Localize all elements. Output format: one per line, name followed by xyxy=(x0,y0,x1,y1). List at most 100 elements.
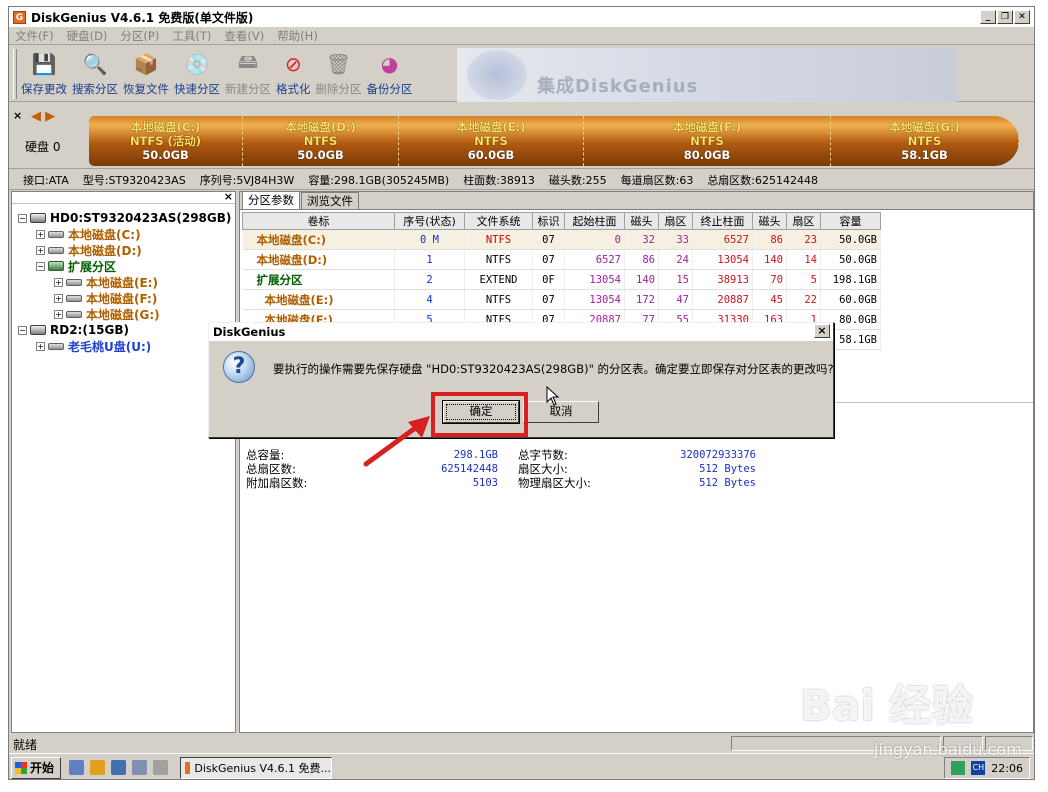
tree-node[interactable]: − HD0:ST9320423AS(298GB) xyxy=(18,210,231,226)
table-row[interactable]: 扩展分区 2 EXTEND 0F 13054 140 15 38913 70 5 198.1GB xyxy=(242,269,881,290)
toolbar-grip[interactable] xyxy=(13,49,17,99)
tree-node[interactable]: + 本地磁盘(D:) xyxy=(18,242,231,258)
collapse-icon[interactable]: − xyxy=(18,213,27,223)
table-cell: 86 xyxy=(752,229,787,250)
column-header[interactable]: 序号(状态) xyxy=(394,212,465,230)
segment-fs: NTFS xyxy=(303,134,338,148)
menu-item-2[interactable]: 分区(P) xyxy=(120,28,159,44)
toolbar-label: 恢复文件 xyxy=(123,82,169,96)
tree-node[interactable]: + 本地磁盘(E:) xyxy=(18,274,231,290)
tree-node-label: 本地磁盘(E:) xyxy=(86,275,158,290)
segment-size: 80.0GB xyxy=(683,148,731,162)
disk-info-bar: 接口:ATA 型号:ST9320423AS 序列号:5VJ84H3W 容量:298.1… xyxy=(9,170,1034,190)
cancel-button[interactable]: 取消 xyxy=(523,401,599,423)
collapse-icon[interactable]: − xyxy=(18,325,27,335)
table-cell: 70 xyxy=(752,269,787,290)
partition-segment-0[interactable]: 本地磁盘(C:) NTFS (活动) 50.0GB xyxy=(89,116,243,166)
recover-icon: 📦 xyxy=(133,52,159,76)
expand-icon[interactable]: + xyxy=(54,277,63,287)
table-row[interactable]: 本地磁盘(C:) 0 M NTFS 07 0 32 33 6527 86 23 50.0GB xyxy=(242,229,881,250)
toolbar-button-2[interactable]: 📦 恢复文件 xyxy=(123,46,169,100)
save-icon: 💾 xyxy=(31,52,57,76)
column-header[interactable]: 卷标 xyxy=(242,212,395,230)
dialog-close-button[interactable]: × xyxy=(814,324,830,338)
tab-0[interactable]: 分区参数 xyxy=(242,191,300,209)
tree-node[interactable]: − 扩展分区 xyxy=(18,258,231,274)
toolbar-button-7[interactable]: ◕ 备份分区 xyxy=(367,46,413,100)
menu-item-1[interactable]: 硬盘(D) xyxy=(67,28,108,44)
toolbar-button-3[interactable]: 💿 快速分区 xyxy=(174,46,220,100)
table-row[interactable]: 本地磁盘(D:) 1 NTFS 07 6527 86 24 13054 140 14 50.0GB xyxy=(242,249,881,270)
minimize-button[interactable]: _ xyxy=(980,10,996,24)
quicklaunch-icon-1[interactable] xyxy=(69,760,84,775)
partition-icon xyxy=(48,342,64,350)
table-cell: 07 xyxy=(532,289,565,310)
column-header[interactable]: 扇区 xyxy=(658,212,693,230)
tree-node[interactable]: + 老毛桃U盘(U:) xyxy=(18,338,231,354)
partition-segment-3[interactable]: 本地磁盘(F:) NTFS 80.0GB xyxy=(584,116,831,166)
tree-node[interactable]: + 本地磁盘(C:) xyxy=(18,226,231,242)
partition-segment-1[interactable]: 本地磁盘(D:) NTFS 50.0GB xyxy=(243,116,399,166)
column-header[interactable]: 磁头 xyxy=(624,212,659,230)
column-header[interactable]: 磁头 xyxy=(752,212,787,230)
column-header[interactable]: 容量 xyxy=(820,212,881,230)
column-header[interactable]: 终止柱面 xyxy=(692,212,753,230)
tree-node-label: 本地磁盘(F:) xyxy=(86,291,158,306)
start-button[interactable]: 开始 xyxy=(11,756,61,779)
taskbar-app-button[interactable]: DiskGenius V4.6.1 免费... xyxy=(180,756,332,779)
table-cell: 0 xyxy=(564,229,625,250)
restore-button[interactable]: ❐ xyxy=(997,10,1013,24)
toolbar-button-4[interactable]: 🖴 新建分区 xyxy=(225,46,271,100)
toolbar-button-5[interactable]: ⊘ 格式化 xyxy=(276,46,311,100)
segment-size: 58.1GB xyxy=(901,148,948,162)
toolbar-button-6[interactable]: 🗑 删除分区 xyxy=(316,46,362,100)
expand-icon[interactable]: + xyxy=(36,245,45,255)
expand-icon[interactable]: + xyxy=(54,309,63,319)
collapse-icon[interactable]: − xyxy=(36,261,45,271)
segment-name: 本地磁盘(F:) xyxy=(672,120,742,134)
table-cell: 198.1GB xyxy=(820,269,881,290)
segment-fs: NTFS (活动) xyxy=(129,134,202,148)
tree-node-label: 扩展分区 xyxy=(68,259,117,274)
quicklaunch-icon-3[interactable] xyxy=(111,760,126,775)
ad-banner[interactable]: 集成DiskGenius xyxy=(457,48,957,102)
column-header[interactable]: 标识 xyxy=(532,212,565,230)
menu-item-5[interactable]: 帮助(H) xyxy=(277,28,318,44)
expand-icon[interactable]: + xyxy=(54,293,63,303)
column-header[interactable]: 起始柱面 xyxy=(564,212,625,230)
toolbar-button-0[interactable]: 💾 保存更改 xyxy=(21,46,67,100)
tree-node[interactable]: + 本地磁盘(F:) xyxy=(18,290,231,306)
hard-disk-icon xyxy=(30,325,46,335)
menu-bar: 文件(F) 硬盘(D) 分区(P) 工具(T) 查看(V) 帮助(H) xyxy=(9,27,1034,45)
column-header[interactable]: 文件系统 xyxy=(464,212,533,230)
tree-node[interactable]: + 本地磁盘(G:) xyxy=(18,306,231,322)
quicklaunch-icon-2[interactable] xyxy=(90,760,105,775)
partition-segment-2[interactable]: 本地磁盘(E:) NTFS 60.0GB xyxy=(399,116,584,166)
toolbar-button-1[interactable]: 🔍 搜索分区 xyxy=(72,46,118,100)
quicklaunch-icon-4[interactable] xyxy=(132,760,147,775)
partition-icon xyxy=(48,246,64,254)
segment-fs: NTFS xyxy=(907,134,942,148)
tree-node[interactable]: − RD2:(15GB) xyxy=(18,322,231,338)
quicklaunch-icon-5[interactable] xyxy=(153,760,168,775)
partition-icon xyxy=(66,278,82,286)
menu-item-3[interactable]: 工具(T) xyxy=(172,28,211,44)
partition-segment-4[interactable]: 本地磁盘(G:) NTFS 58.1GB xyxy=(831,116,1019,166)
menu-item-0[interactable]: 文件(F) xyxy=(15,28,54,44)
disk-nav-arrows[interactable]: ◀ ▶ xyxy=(31,109,55,124)
table-cell: 扩展分区 xyxy=(242,269,395,290)
close-tree-icon[interactable]: × xyxy=(224,190,233,203)
column-header[interactable]: 扇区 xyxy=(786,212,821,230)
expand-icon[interactable]: + xyxy=(36,341,45,351)
tab-1[interactable]: 浏览文件 xyxy=(301,192,359,209)
tree-node-label: 老毛桃U盘(U:) xyxy=(68,339,152,354)
info-value: 512 Bytes xyxy=(699,477,756,489)
close-panel-icon[interactable]: × xyxy=(13,109,22,122)
table-row[interactable]: 本地磁盘(E:) 4 NTFS 07 13054 172 47 20887 45 22 60.0GB xyxy=(242,289,881,310)
expand-icon[interactable]: + xyxy=(36,229,45,239)
disk-info-item: 柱面数:38913 xyxy=(463,173,535,187)
table-cell: 23 xyxy=(786,229,821,250)
banner-text: 集成DiskGenius xyxy=(537,76,699,97)
menu-item-4[interactable]: 查看(V) xyxy=(224,28,264,44)
close-button[interactable]: ✕ xyxy=(1014,10,1030,24)
